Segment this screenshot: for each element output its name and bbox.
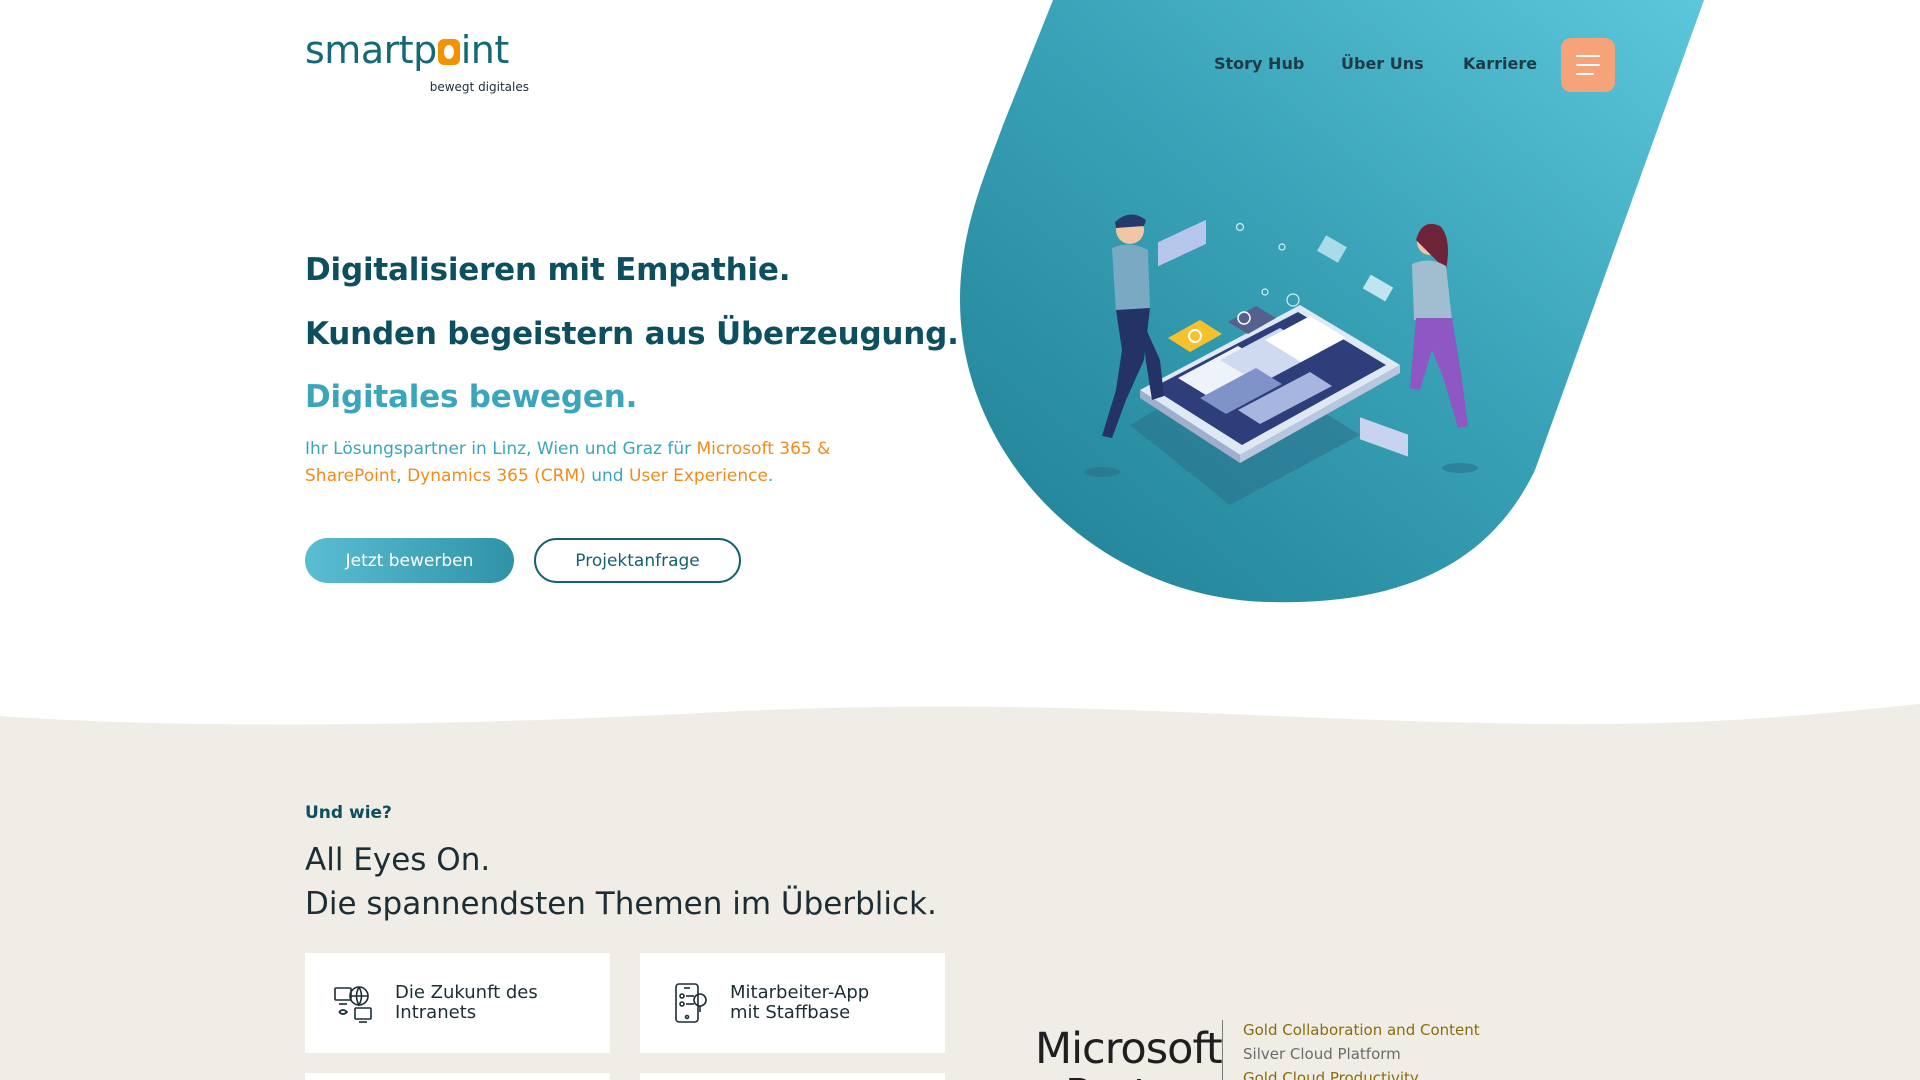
headline-digitales-bewegen: Digitales bewegen. bbox=[305, 379, 638, 415]
hero-subtext: Ihr Lösungspartner in Linz, Wien und Gra… bbox=[305, 439, 831, 486]
apply-button[interactable]: Jetzt bewerben bbox=[305, 538, 514, 583]
brand-logo[interactable]: smartp int bewegt digitales bbox=[305, 30, 535, 100]
topic-card-next[interactable] bbox=[640, 1073, 945, 1080]
headline-empathie: Digitalisieren mit Empathie. bbox=[305, 252, 791, 288]
logo-wordmark: smartp int bbox=[305, 28, 509, 72]
microsoft-wordmark: Microsoft bbox=[1035, 1024, 1223, 1074]
hamburger-icon bbox=[1576, 55, 1600, 57]
nav-ueber-uns[interactable]: Über Uns bbox=[1341, 54, 1424, 73]
partner-level-productivity: Gold Cloud Productivity bbox=[1243, 1069, 1419, 1080]
nav-story-hub[interactable]: Story Hub bbox=[1214, 54, 1304, 73]
link-dynamics-365[interactable]: Dynamics 365 (CRM) bbox=[407, 466, 586, 486]
logo-o-mark-icon bbox=[437, 39, 460, 65]
topic-card-next[interactable] bbox=[305, 1073, 610, 1080]
intranet-network-icon bbox=[334, 986, 372, 1023]
section-eyebrow: Und wie? bbox=[305, 803, 392, 823]
topic-card-intranet[interactable]: Die Zukunft des Intranets bbox=[305, 953, 610, 1053]
headline-ueberzeugung: Kunden begeistern aus Überzeugung. bbox=[305, 316, 959, 352]
partner-level-cloud-platform: Silver Cloud Platform bbox=[1243, 1045, 1401, 1063]
partner-divider bbox=[1222, 1020, 1223, 1080]
mobile-app-icon bbox=[675, 983, 707, 1023]
microsoft-partner-badge: Microsoft Partner Gold Collaboration and… bbox=[1035, 1018, 1495, 1080]
menu-button[interactable] bbox=[1561, 38, 1615, 92]
link-user-experience[interactable]: User Experience bbox=[629, 466, 768, 486]
partner-level-collaboration: Gold Collaboration and Content bbox=[1243, 1021, 1480, 1039]
topic-card-staffbase[interactable]: Mitarbeiter-App mit Staffbase bbox=[640, 953, 945, 1053]
hero-background-shape bbox=[960, 0, 1704, 603]
hero-illustration bbox=[1084, 214, 1478, 505]
section-title: All Eyes On. Die spannendsten Themen im … bbox=[305, 842, 937, 922]
topic-card-label: Die Zukunft des Intranets bbox=[395, 982, 538, 1023]
nav-karriere[interactable]: Karriere bbox=[1463, 54, 1537, 73]
partner-wordmark: Partner bbox=[1065, 1070, 1221, 1080]
topic-card-label: Mitarbeiter-App mit Staffbase bbox=[730, 982, 870, 1023]
logo-tagline: bewegt digitales bbox=[429, 80, 529, 94]
project-request-button[interactable]: Projektanfrage bbox=[534, 538, 741, 583]
section-wave-background bbox=[0, 704, 1920, 1080]
